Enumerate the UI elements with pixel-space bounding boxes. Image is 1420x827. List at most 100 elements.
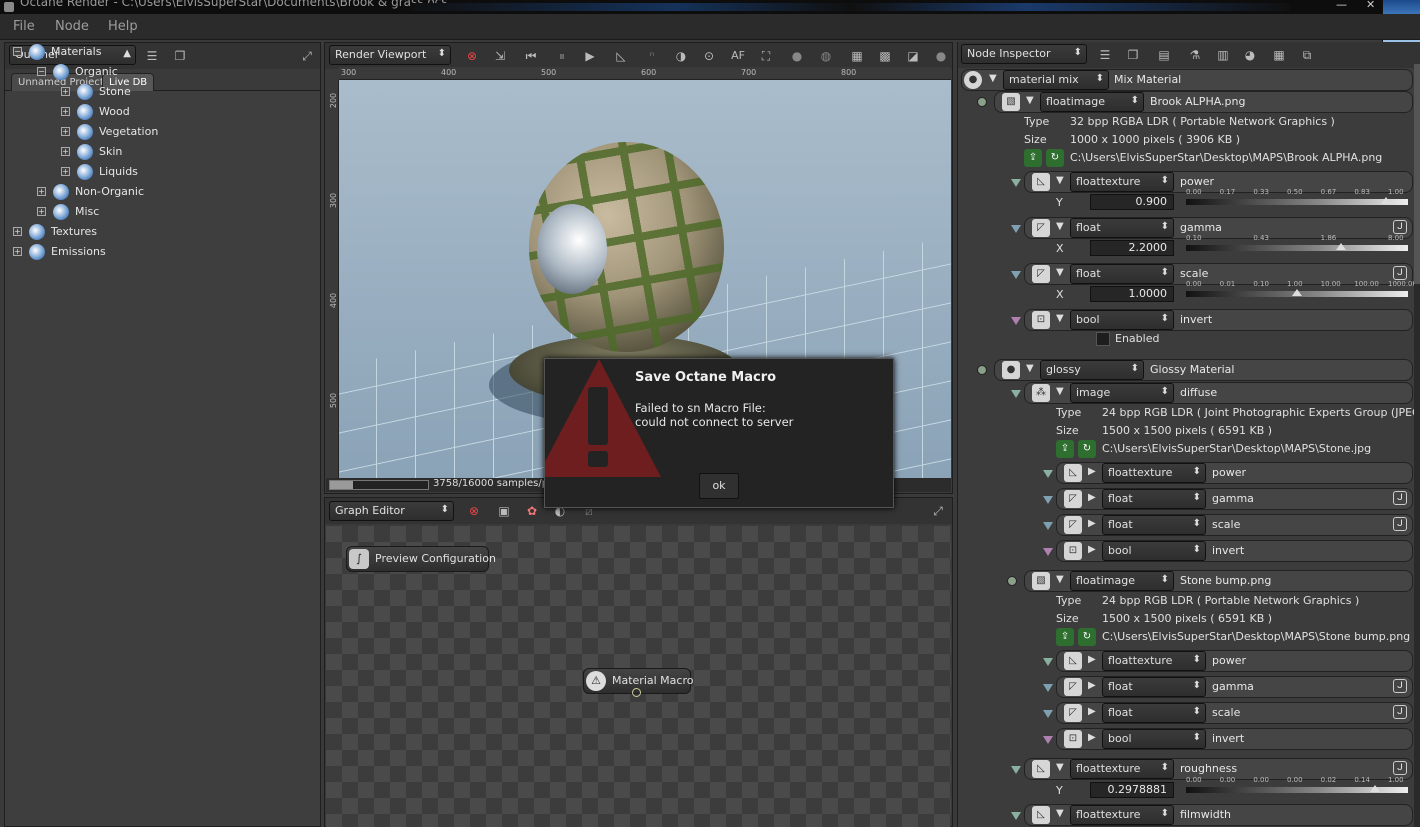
expand-arrow-icon[interactable]: ▶ — [1088, 518, 1096, 529]
value-field[interactable]: 0.900 — [1090, 194, 1174, 210]
expand-arrow-icon[interactable]: ▶ — [1088, 492, 1096, 503]
value-slider[interactable]: 0.00 0.17 0.33 0.50 0.67 0.83 1.00 — [1186, 188, 1408, 206]
node-type-combo[interactable]: float ⬍ — [1102, 489, 1206, 509]
pause-icon[interactable]: ⏸ — [553, 47, 571, 65]
reset-icon[interactable]: ⇲ — [491, 47, 509, 65]
reload-icon[interactable]: ↻ — [1078, 440, 1096, 458]
curve-icon[interactable]: ᒍ — [1393, 491, 1407, 505]
slider-thumb[interactable] — [1369, 785, 1380, 792]
expand-arrow-icon[interactable]: ▶ — [1088, 732, 1096, 743]
node-type-combo[interactable]: floattexture ⬍ — [1070, 805, 1174, 825]
node-type-combo[interactable]: bool ⬍ — [1070, 310, 1174, 330]
collapse-arrow-icon[interactable]: ▼ — [1056, 386, 1064, 397]
stop-render-icon[interactable]: ⊗ — [463, 47, 481, 65]
node-type-combo[interactable]: floattexture ⬍ — [1070, 759, 1174, 779]
expand-arrow-icon[interactable]: ▶ — [1088, 654, 1096, 665]
input-pin-icon[interactable] — [1011, 271, 1021, 279]
input-pin-icon[interactable] — [1043, 522, 1053, 530]
input-pin-icon[interactable] — [1043, 548, 1053, 556]
maximize-icon[interactable]: ⤢ — [298, 47, 316, 65]
graph-combo[interactable]: Graph Editor ⬍ — [329, 501, 454, 521]
collapse-arrow-icon[interactable]: ▼ — [1056, 574, 1064, 585]
node-type-combo[interactable]: float ⬍ — [1102, 515, 1206, 535]
node-type-combo[interactable]: floattexture ⬍ — [1070, 172, 1174, 192]
af-button[interactable]: AF — [729, 47, 747, 65]
collapse-icon[interactable]: − — [37, 67, 46, 76]
node-type-combo[interactable]: float ⬍ — [1070, 264, 1174, 284]
restart-icon[interactable]: ⏮ — [522, 47, 540, 65]
node-type-combo[interactable]: bool ⬍ — [1102, 541, 1206, 561]
picture-icon[interactable]: ▦ — [1270, 46, 1288, 64]
root-type-combo[interactable]: material mix ⬍ — [1003, 70, 1109, 90]
curve-icon[interactable]: ᒍ — [1393, 679, 1407, 693]
close-button[interactable]: ✕ — [1366, 0, 1375, 11]
expand-icon[interactable]: + — [37, 207, 46, 216]
input-pin-icon[interactable] — [1011, 766, 1021, 774]
value-field[interactable]: 1.0000 — [1090, 286, 1174, 302]
expand-arrow-icon[interactable]: ▶ — [1088, 466, 1096, 477]
material-icon[interactable]: ⚗ — [1186, 46, 1204, 64]
node-type-combo[interactable]: floattexture ⬍ — [1102, 463, 1206, 483]
slider-thumb[interactable] — [1336, 243, 1347, 250]
alpha-icon[interactable]: ◪ — [904, 47, 922, 65]
camera-icon[interactable]: ⛶ — [757, 47, 775, 65]
input-pin-icon[interactable] — [1043, 658, 1053, 666]
collapse-arrow-icon[interactable]: ▼ — [1056, 808, 1064, 819]
minimize-button[interactable]: — — [1336, 0, 1347, 11]
sphere-icon[interactable]: ● — [788, 47, 806, 65]
region-icon[interactable]: ◺ — [612, 47, 630, 65]
input-pin-icon[interactable] — [1043, 736, 1053, 744]
input-pin-icon[interactable] — [1043, 710, 1053, 718]
input-pin-icon[interactable] — [1011, 812, 1021, 820]
menu-node[interactable]: Node — [55, 19, 89, 34]
upload-icon[interactable]: ⇪ — [1056, 440, 1074, 458]
collapse-arrow-icon[interactable]: ▼ — [1056, 221, 1064, 232]
graph-canvas[interactable]: ∫ Preview Configuration ⚠ Material Macro — [326, 526, 951, 827]
globe-icon[interactable]: ◕ — [1241, 46, 1259, 64]
inspector-combo[interactable]: Node Inspector ⬍ — [961, 44, 1087, 64]
collapse-all-icon[interactable]: ☰ — [1096, 46, 1114, 64]
list-icon[interactable]: ▥ — [1214, 46, 1232, 64]
node-type-combo[interactable]: floatimage ⬍ — [1070, 571, 1174, 591]
sphere-alt-icon[interactable]: ◍ — [817, 47, 835, 65]
checker-icon[interactable]: ▩ — [876, 47, 894, 65]
node-type-combo[interactable]: glossy ⬍ — [1040, 360, 1144, 380]
expand-icon[interactable]: + — [13, 247, 22, 256]
delete-node-icon[interactable]: ⊗ — [465, 502, 483, 520]
expand-arrow-icon[interactable]: ▶ — [1088, 706, 1096, 717]
collapse-all-icon[interactable]: ☰ — [143, 47, 161, 65]
node-preview-configuration[interactable]: ∫ Preview Configuration — [346, 546, 496, 572]
node-type-combo[interactable]: image ⬍ — [1070, 383, 1174, 403]
curve-icon[interactable]: ᒍ — [1393, 517, 1407, 531]
input-pin-icon[interactable] — [1011, 390, 1021, 398]
expand-all-icon[interactable]: ❐ — [1124, 46, 1142, 64]
collapse-arrow-icon[interactable]: ▼ — [1056, 267, 1064, 278]
collapse-arrow-icon[interactable]: ▼ — [1056, 175, 1064, 186]
value-slider[interactable]: 0.00 0.01 0.10 1.00 10.00 100.00 1000.00 — [1186, 280, 1417, 298]
value-field[interactable]: 2.2000 — [1090, 240, 1174, 256]
collapse-arrow-icon[interactable]: ▼ — [1056, 762, 1064, 773]
viewport-combo[interactable]: Render Viewport ⬍ — [329, 45, 451, 65]
node-type-combo[interactable]: floattexture ⬍ — [1102, 651, 1206, 671]
menu-help[interactable]: Help — [108, 19, 138, 34]
input-pin-icon[interactable] — [1043, 684, 1053, 692]
slider-thumb[interactable] — [1380, 197, 1391, 204]
output-pin[interactable] — [632, 688, 641, 697]
upload-icon[interactable]: ⇪ — [1056, 628, 1074, 646]
menu-file[interactable]: File — [13, 19, 35, 34]
autofocus-icon[interactable]: ⁿ — [643, 47, 661, 65]
expand-icon[interactable]: + — [61, 127, 70, 136]
save-icon[interactable]: ▣ — [495, 502, 513, 520]
collapse-arrow-icon[interactable]: ▼ — [1026, 363, 1034, 374]
input-pin-icon[interactable] — [1011, 179, 1021, 187]
collapse-arrow-icon[interactable]: ▼ — [1056, 313, 1064, 324]
node-type-combo[interactable]: floatimage ⬍ — [1040, 92, 1144, 112]
node-type-combo[interactable]: float ⬍ — [1102, 703, 1206, 723]
value-field[interactable]: 0.2978881 — [1090, 782, 1174, 798]
grid-icon[interactable]: ▦ — [848, 47, 866, 65]
ok-button[interactable]: ok — [699, 473, 739, 499]
collapse-arrow-icon[interactable]: ▼ — [1026, 95, 1034, 106]
expand-icon[interactable]: + — [61, 147, 70, 156]
expand-icon[interactable]: + — [61, 87, 70, 96]
scroll-thumb[interactable] — [1414, 64, 1420, 284]
